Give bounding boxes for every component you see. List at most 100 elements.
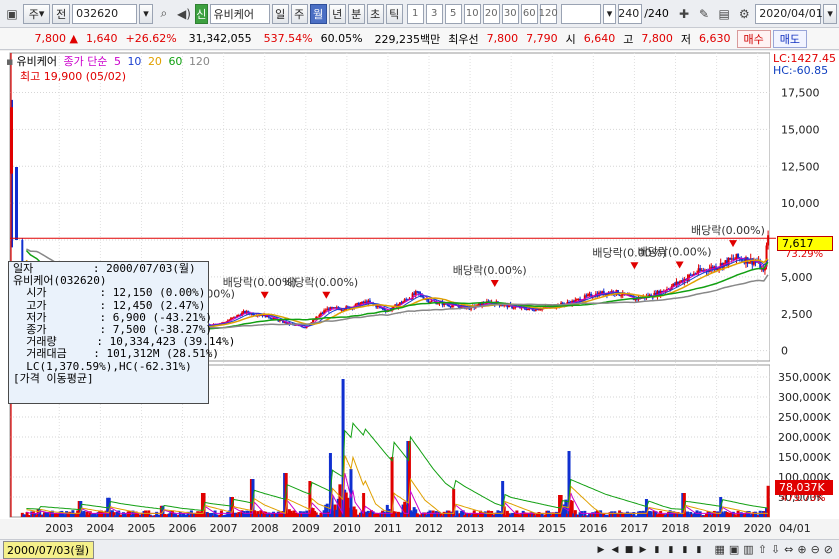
legend-ma10: 10 <box>127 55 142 68</box>
popup-line-9: [가격 이동평균] <box>13 371 94 385</box>
year-tick-2003: 2003 <box>45 522 73 535</box>
quote-bar: 7,800 ▲ 1,640 +26.62% 31,342,055 537.54%… <box>0 28 839 50</box>
candle-body-304 <box>501 305 504 307</box>
dividend-label-0: 배당락(0.00%) <box>691 224 765 237</box>
candle-body-188 <box>318 314 321 317</box>
reset-icon[interactable]: ⊘ <box>824 543 833 556</box>
popup-line-2: 시가 : 12,150 (0.00%) <box>13 286 206 300</box>
interval-number-60[interactable]: 60 <box>520 3 538 24</box>
drawing-icon[interactable]: ✎ <box>695 4 713 24</box>
mode-button[interactable]: 전 <box>52 3 71 24</box>
zoom-icon[interactable]: ▦ <box>714 543 724 556</box>
scroll-control-5[interactable]: ▮ <box>664 542 677 557</box>
candle-body-379 <box>620 295 623 297</box>
buy-button[interactable]: 매수 <box>736 29 771 48</box>
chart-area[interactable]: 02,5005,0007,50010,00012,50015,00017,500… <box>0 51 839 539</box>
volume-tick-4: 250,000K <box>778 411 831 424</box>
period-tab-1[interactable]: 주 <box>290 3 308 24</box>
year-tick-2004: 2004 <box>86 522 114 535</box>
popup-line-3: 고가 : 12,450 (2.47%) <box>13 298 206 312</box>
stock-name-field: 유비케어 <box>209 3 270 24</box>
period-tab-2[interactable]: 월 <box>309 3 327 24</box>
candle-body-133 <box>231 317 234 319</box>
speaker-icon[interactable]: ◀) <box>175 4 193 24</box>
hc-value: HC:-60.85 <box>772 64 829 77</box>
year-tick-2019: 2019 <box>703 522 731 535</box>
interval-number-10[interactable]: 10 <box>463 3 481 24</box>
zoom-in-icon[interactable]: ⊕ <box>797 543 806 556</box>
legend-ma60: 60 <box>168 55 183 68</box>
candle-body-460 <box>748 262 751 264</box>
popup-line-8: LC(1,370.59%),HC(-62.31%) <box>13 359 192 373</box>
scroll-control-4[interactable]: ▮ <box>650 542 663 557</box>
down-icon[interactable]: ⇩ <box>771 543 780 556</box>
period-tab-6[interactable]: 틱 <box>385 3 403 24</box>
hts-chart-window: ▣ 주 ▾ 전 032620 ▾ ⌕ ◀) 신 유비케어 일주월년분초틱 1351… <box>0 0 839 559</box>
high-label: 고 <box>623 32 634 46</box>
interval-number-3[interactable]: 3 <box>425 3 443 24</box>
candle-body-220 <box>368 300 371 303</box>
period-tab-4[interactable]: 분 <box>347 3 365 24</box>
candle-body-251 <box>417 291 420 294</box>
legend-stock-name: 유비케어 <box>16 55 57 68</box>
candle-body-270 <box>447 304 450 307</box>
volume-tick-2: 150,000K <box>778 451 831 464</box>
best-ask: 7,800 <box>486 32 519 45</box>
volume-tick-5: 300,000K <box>778 391 831 404</box>
save-icon[interactable]: ▤ <box>715 4 733 24</box>
interval-numbers: 1 3 5 10 20 30 60 120 <box>406 3 559 24</box>
candle-body-320 <box>526 308 529 310</box>
year-tick-2020: 2020 <box>744 522 772 535</box>
count-input[interactable]: 240 <box>618 3 643 24</box>
period-tab-0[interactable]: 일 <box>271 3 289 24</box>
interval-number-5[interactable]: 5 <box>444 3 462 24</box>
candle-body-272 <box>451 305 454 308</box>
zoom-out-icon[interactable]: ⊖ <box>811 543 820 556</box>
crosshair-icon[interactable]: ✚ <box>675 4 693 24</box>
quote-price: 7,800 ▲ <box>34 32 78 45</box>
scroll-control-1[interactable]: ◀ <box>608 542 621 557</box>
settings-box-icon[interactable]: ▣ <box>3 4 21 24</box>
sell-button[interactable]: 매도 <box>772 29 808 48</box>
up-icon[interactable]: ⇧ <box>758 543 767 556</box>
price-tick-4: 10,000 <box>781 197 820 210</box>
interval-dropdown[interactable]: ▾ <box>602 3 617 24</box>
scroll-control-3[interactable]: ▶ <box>636 542 649 557</box>
date-input[interactable]: 2020/04/01 <box>755 3 823 24</box>
scroll-control-0[interactable]: ▶ <box>594 542 607 557</box>
early-spike-body-2 <box>15 167 18 241</box>
search-icon[interactable]: ⌕ <box>155 4 173 24</box>
high-value: 7,800 <box>641 32 673 45</box>
compress-icon[interactable]: ⇔ <box>784 543 793 556</box>
date-picker-button[interactable]: ▾ <box>823 3 838 24</box>
bar-icon[interactable]: ▥ <box>743 543 753 556</box>
up-arrow-icon: ▲ <box>69 32 78 45</box>
interval-input[interactable] <box>560 3 601 24</box>
price-tick-2: 5,000 <box>781 271 813 284</box>
code-input[interactable]: 032620 <box>72 3 138 24</box>
scroll-control-7[interactable]: ▮ <box>692 542 705 557</box>
code-dropdown[interactable]: ▾ <box>139 3 153 24</box>
market-select[interactable]: 주 ▾ <box>23 3 51 24</box>
grid-icon[interactable]: ▣ <box>729 543 739 556</box>
period-tab-3[interactable]: 년 <box>328 3 346 24</box>
interval-number-20[interactable]: 20 <box>482 3 500 24</box>
interval-number-1[interactable]: 1 <box>406 3 424 24</box>
period-tab-5[interactable]: 초 <box>366 3 384 24</box>
year-tick-2015: 2015 <box>538 522 566 535</box>
legend-ma-label: 종가 단순 <box>63 55 108 68</box>
scroll-control-2[interactable]: ■ <box>622 542 635 557</box>
scroll-control-6[interactable]: ▮ <box>678 542 691 557</box>
interval-number-30[interactable]: 30 <box>501 3 519 24</box>
candle-body-472 <box>767 235 770 246</box>
open-value: 6,640 <box>583 32 616 45</box>
interval-number-120[interactable]: 120 <box>539 3 558 24</box>
year-tick-2010: 2010 <box>333 522 361 535</box>
current-date-box[interactable]: 2000/07/03(월) <box>3 540 94 559</box>
dividend-label-3: 배당락(0.00%) <box>453 264 527 277</box>
year-tick-2013: 2013 <box>456 522 484 535</box>
price-tick-0: 0 <box>781 345 788 358</box>
legend-icon: ▪ <box>6 55 14 68</box>
gear-icon[interactable]: ⚙ <box>735 4 753 24</box>
bottom-tools: ▦ ▣ ▥ ⇧ ⇩ ⇔ ⊕ ⊖ ⊘ <box>714 543 833 556</box>
